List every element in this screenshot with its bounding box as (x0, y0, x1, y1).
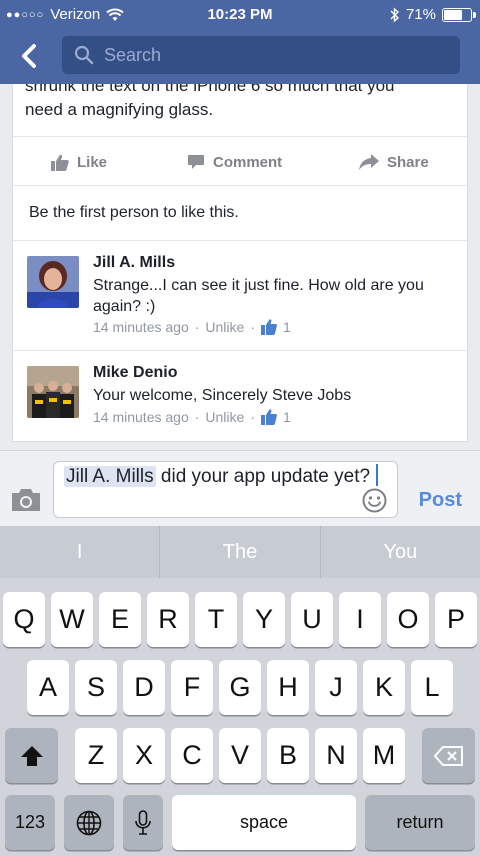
comment-item: Jill A. Mills Strange...I can see it jus… (13, 240, 467, 350)
suggestion[interactable]: You (321, 526, 480, 578)
key-l[interactable]: L (411, 660, 453, 715)
comment-label: Comment (213, 153, 283, 171)
share-icon (359, 154, 379, 170)
like-count: 1 (282, 409, 291, 425)
key-r[interactable]: R (147, 592, 189, 647)
delete-key[interactable] (422, 728, 475, 783)
key-i[interactable]: I (339, 592, 381, 647)
key-o[interactable]: O (387, 592, 429, 647)
like-count-icon (260, 319, 277, 335)
key-m[interactable]: M (363, 728, 405, 783)
shift-icon (20, 745, 43, 766)
numbers-key[interactable]: 123 (5, 795, 55, 850)
space-key[interactable]: space (172, 795, 356, 850)
backspace-icon (433, 745, 463, 766)
like-label: Like (77, 153, 108, 171)
dictation-key[interactable] (123, 795, 163, 850)
key-j[interactable]: J (315, 660, 357, 715)
search-placeholder: Search (104, 44, 162, 65)
key-u[interactable]: U (291, 592, 333, 647)
unlike-link[interactable]: Unlike (205, 319, 244, 335)
post-button[interactable]: Post (419, 489, 462, 512)
separator: · (194, 409, 200, 425)
key-z[interactable]: Z (75, 728, 117, 783)
key-x[interactable]: X (123, 728, 165, 783)
emoji-icon[interactable] (362, 488, 387, 513)
key-g[interactable]: G (219, 660, 261, 715)
text-caret (376, 464, 379, 486)
comment-author[interactable]: Mike Denio (93, 364, 177, 382)
like-count: 1 (282, 319, 291, 335)
unlike-link[interactable]: Unlike (205, 409, 244, 425)
post-text-line: shrunk the text on the iPhone 6 so much … (25, 84, 395, 95)
suggestion[interactable]: I (0, 526, 161, 578)
separator: · (194, 319, 200, 335)
separator: · (250, 319, 255, 335)
battery-icon (442, 7, 476, 22)
key-q[interactable]: Q (3, 592, 45, 647)
search-icon (74, 45, 94, 65)
separator: · (250, 409, 255, 425)
key-f[interactable]: F (171, 660, 213, 715)
key-p[interactable]: P (435, 592, 477, 647)
comment-composer: Jill A. Mills did your app update yet? P… (0, 450, 480, 526)
back-icon[interactable] (14, 40, 46, 72)
key-v[interactable]: V (219, 728, 261, 783)
key-e[interactable]: E (99, 592, 141, 647)
share-label: Share (387, 153, 429, 171)
globe-icon (76, 810, 102, 835)
battery-percent: 71% (405, 6, 436, 23)
key-a[interactable]: A (27, 660, 69, 715)
suggestion-bar: I The You (0, 526, 480, 578)
key-b[interactable]: B (267, 728, 309, 783)
key-h[interactable]: H (267, 660, 309, 715)
microphone-icon (135, 809, 151, 835)
key-n[interactable]: N (315, 728, 357, 783)
key-c[interactable]: C (171, 728, 213, 783)
comment-item: Mike Denio Your welcome, Sincerely Steve… (13, 350, 467, 441)
comment-time: 14 minutes ago (93, 409, 189, 425)
key-w[interactable]: W (51, 592, 93, 647)
key-y[interactable]: Y (243, 592, 285, 647)
keyboard: I The You 123 space return Q W E R T Y U… (0, 526, 480, 855)
comment-input[interactable]: Jill A. Mills did your app update yet? (53, 461, 398, 518)
post-text: shrunk the text on the iPhone 6 so much … (25, 84, 465, 122)
search-input[interactable]: Search (62, 36, 460, 74)
bluetooth-icon (390, 6, 399, 23)
return-key[interactable]: return (365, 795, 475, 850)
like-button[interactable]: Like (51, 137, 107, 187)
comment-text: Your welcome, Sincerely Steve Jobs (93, 387, 352, 404)
comment-button[interactable]: Comment (187, 137, 282, 187)
top-bar: ●●○○○ Verizon 10:23 PM 71% Search (0, 0, 480, 84)
shift-key[interactable] (5, 728, 58, 783)
suggestion[interactable]: The (160, 526, 321, 578)
comment-icon (188, 155, 204, 169)
avatar[interactable] (27, 256, 79, 308)
comment-text: Strange...I can see it just fine. How ol… (93, 277, 424, 315)
status-bar: ●●○○○ Verizon 10:23 PM 71% (0, 0, 480, 30)
comment-time: 14 minutes ago (93, 319, 189, 335)
key-d[interactable]: D (123, 660, 165, 715)
likes-summary: Be the first person to like this. (29, 204, 239, 221)
camera-icon[interactable] (10, 487, 42, 513)
comment-author[interactable]: Jill A. Mills (93, 254, 175, 272)
key-s[interactable]: S (75, 660, 117, 715)
avatar[interactable] (27, 366, 79, 418)
action-bar: Like Comment Share (13, 136, 467, 187)
mention-tag: Jill A. Mills (64, 466, 156, 487)
post-text-line: need a magnifying glass. (25, 100, 214, 119)
like-count-icon (260, 409, 277, 425)
thumbs-up-icon (51, 154, 69, 171)
key-k[interactable]: K (363, 660, 405, 715)
key-t[interactable]: T (195, 592, 237, 647)
comment-input-text: did your app update yet? (155, 466, 371, 487)
post-card: shrunk the text on the iPhone 6 so much … (12, 84, 468, 442)
globe-key[interactable] (64, 795, 114, 850)
share-button[interactable]: Share (359, 137, 429, 187)
